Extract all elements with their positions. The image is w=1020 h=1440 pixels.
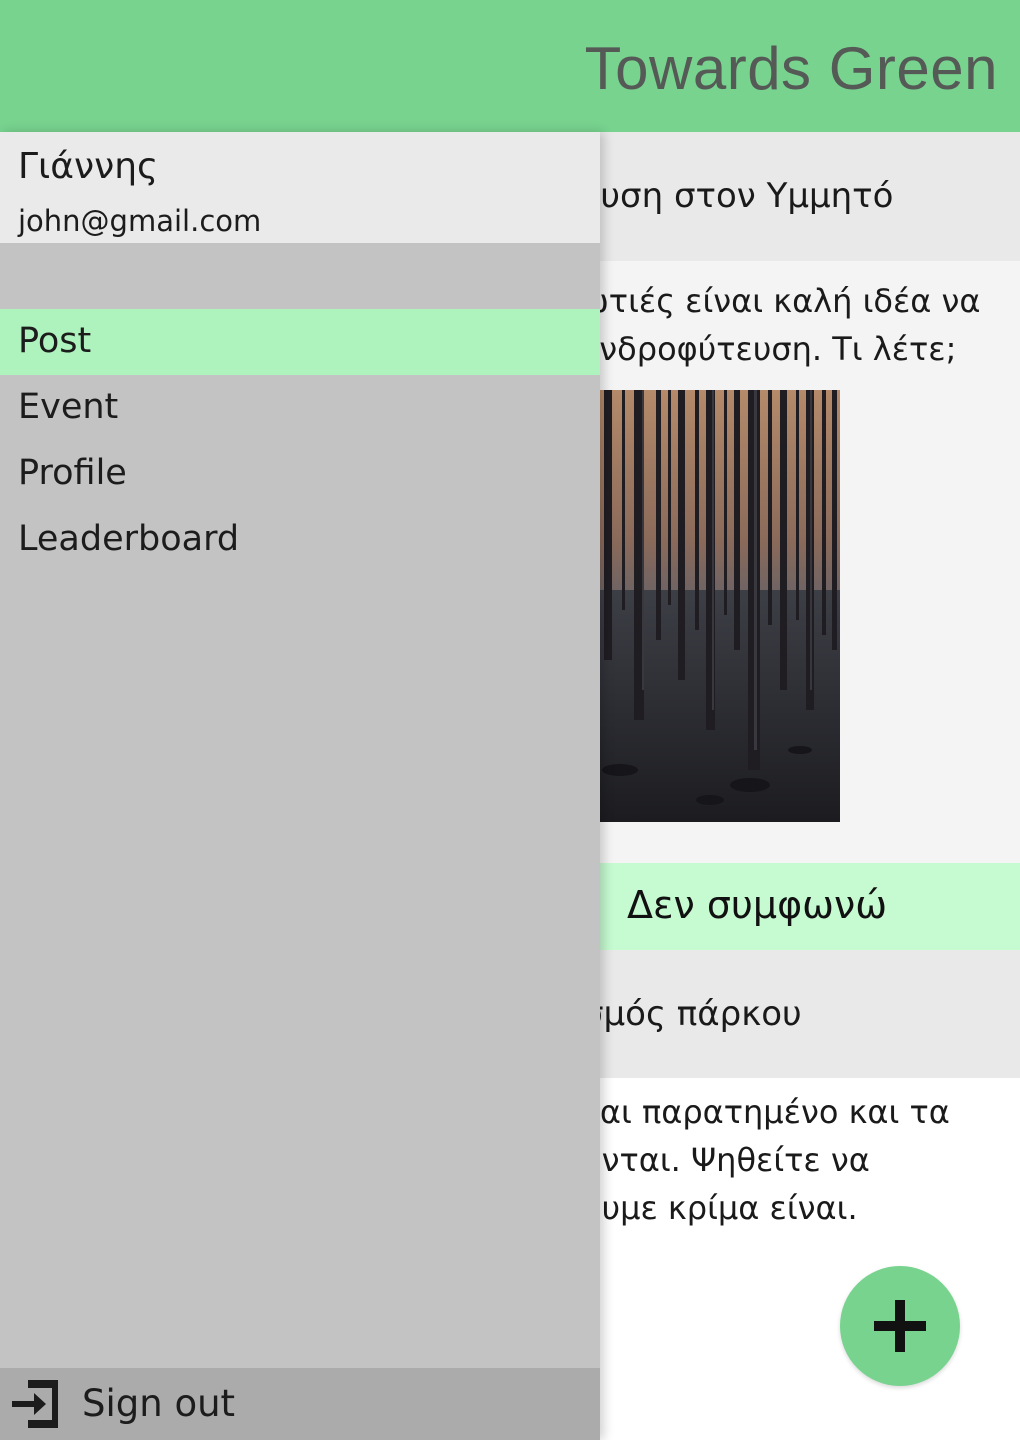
disagree-label: Δεν συμφωνώ <box>627 883 888 927</box>
sign-out-button[interactable]: Sign out <box>0 1368 600 1440</box>
app-root: Towards Green ευση στον Υμμητό ωτιές είν… <box>0 0 1020 1440</box>
post-title: σμός πάρκου <box>582 994 802 1034</box>
user-name: Γιάννης <box>18 146 159 187</box>
plus-icon <box>874 1300 926 1352</box>
burnt-forest-image <box>560 390 840 822</box>
app-title: Towards Green <box>584 35 998 102</box>
sign-out-icon <box>12 1380 58 1428</box>
burnt-forest-photo[interactable] <box>560 390 840 822</box>
drawer-header: Γιάννης john@gmail.com <box>0 132 600 243</box>
menu-item-label: Profile <box>18 453 127 493</box>
menu-item-label: Post <box>18 321 92 361</box>
post-text-line-1: ναι παρατημένο και τα <box>582 1093 950 1131</box>
menu-item-label: Event <box>18 387 119 427</box>
menu-item-event[interactable]: Event <box>0 375 600 441</box>
post-text-line-1: ωτιές είναι καλή ιδέα να <box>582 282 981 320</box>
menu-item-profile[interactable]: Profile <box>0 441 600 507</box>
menu-item-label: Leaderboard <box>18 519 240 559</box>
menu-item-post[interactable]: Post <box>0 309 600 375</box>
app-bar: Towards Green <box>0 0 1020 132</box>
post-text-line-2: ενδροφύτευση. Τι λέτε; <box>582 330 957 368</box>
post-title: ευση στον Υμμητό <box>582 176 894 216</box>
user-email: john@gmail.com <box>18 204 262 238</box>
navigation-drawer: Γιάννης john@gmail.com Post Event Profil… <box>0 132 600 1440</box>
menu-item-leaderboard[interactable]: Leaderboard <box>0 507 600 573</box>
post-text-line-2: ονται. Ψηθείτε να <box>582 1141 870 1179</box>
post-text-line-3: ουμε κρίμα είναι. <box>582 1189 858 1227</box>
add-post-button[interactable] <box>840 1266 960 1386</box>
sign-out-label: Sign out <box>82 1382 236 1425</box>
